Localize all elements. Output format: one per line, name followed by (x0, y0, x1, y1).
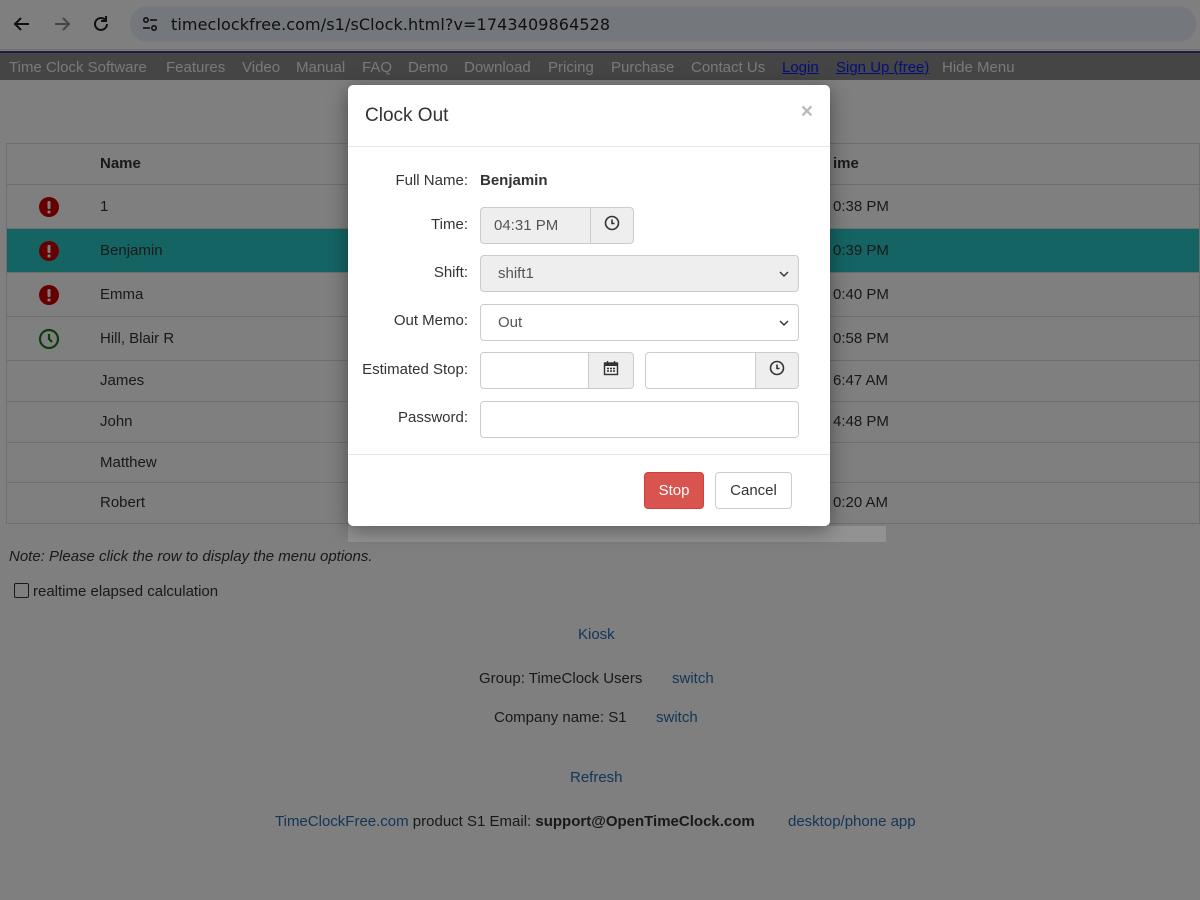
estimated-time-clock-button[interactable] (755, 352, 799, 389)
modal-header: Clock Out × (348, 85, 830, 147)
password-input[interactable] (480, 401, 799, 438)
full-name-label: Full Name: (395, 172, 468, 189)
close-icon[interactable]: × (801, 100, 813, 124)
shift-select[interactable]: shift1 (480, 255, 799, 292)
estimated-date-input[interactable] (480, 352, 590, 389)
modal-title: Clock Out (365, 105, 449, 126)
estimated-time-input[interactable] (645, 352, 757, 389)
clock-icon (769, 360, 785, 381)
stop-button[interactable]: Stop (644, 472, 704, 509)
full-name-value: Benjamin (480, 172, 548, 189)
time-input[interactable]: 04:31 PM (480, 207, 592, 244)
calendar-icon (603, 360, 619, 381)
out-memo-select[interactable]: Out (480, 304, 799, 341)
shift-select-value: shift1 (498, 265, 534, 282)
calendar-button[interactable] (588, 352, 634, 389)
cancel-button[interactable]: Cancel (715, 472, 792, 509)
time-clock-button[interactable] (590, 207, 634, 244)
modal-footer: Stop Cancel (348, 454, 830, 526)
time-input-value: 04:31 PM (494, 217, 559, 234)
password-label: Password: (397, 409, 468, 426)
estimated-stop-label: Estimated Stop: (362, 361, 468, 378)
clock-out-dialog: Clock Out × Full Name: Benjamin Time: 04… (348, 85, 830, 526)
clock-icon (604, 215, 620, 236)
out-memo-value: Out (498, 314, 523, 331)
time-label: Time: (431, 216, 468, 233)
modal-shadow-strip (348, 526, 886, 542)
out-memo-label: Out Memo: (393, 312, 468, 329)
shift-label: Shift: (433, 264, 468, 281)
chevron-down-icon (778, 316, 790, 328)
chevron-down-icon (778, 267, 790, 279)
